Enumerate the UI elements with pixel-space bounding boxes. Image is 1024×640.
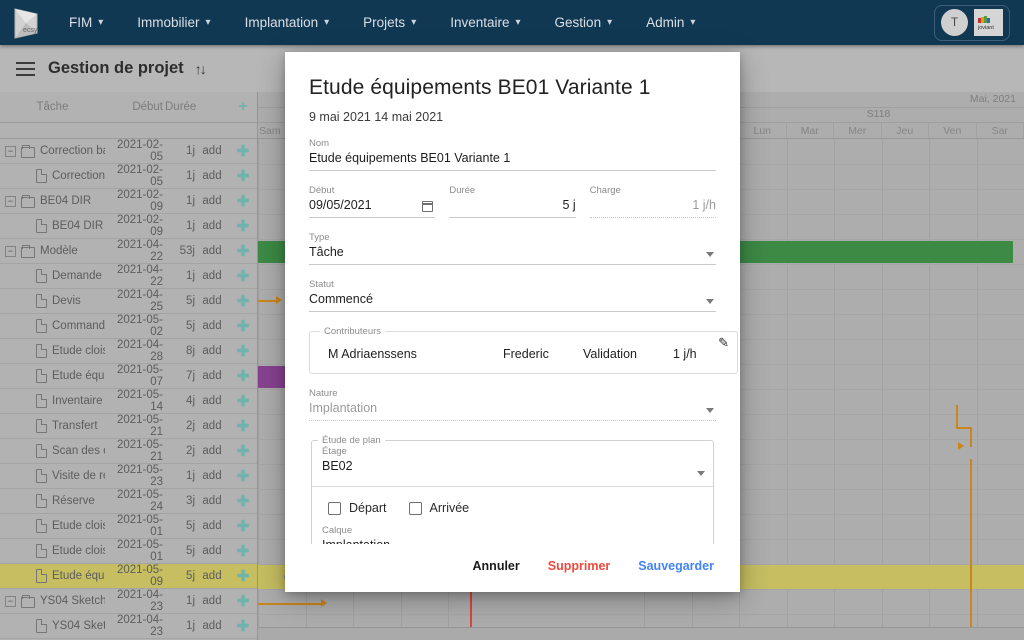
checkbox-arrivee-label: Arrivée	[429, 501, 470, 515]
statut-select[interactable]: Commencé	[309, 292, 716, 312]
etude-de-plan-legend: Étude de plan	[322, 435, 381, 446]
field-duree[interactable]: Durée 5 j	[449, 185, 576, 218]
field-charge-label: Charge	[589, 185, 621, 196]
calque-select[interactable]: Implantation	[322, 538, 703, 544]
chevron-down-icon[interactable]	[706, 252, 714, 257]
chevron-down-icon[interactable]	[697, 471, 705, 476]
dialog-body: Etude équipements BE01 Variante 1 9 mai …	[285, 52, 740, 544]
field-nature: Nature Implantation	[309, 388, 716, 421]
field-debut[interactable]: Début 09/05/2021	[309, 185, 436, 218]
checkbox-depart[interactable]: Départ	[328, 501, 387, 515]
dialog-date-range: 9 mai 2021 14 mai 2021	[309, 110, 444, 124]
contributor-row[interactable]: M Adriaenssens Frederic Validation 1 j/h	[320, 341, 727, 365]
checkbox-row: Départ Arrivée	[322, 497, 703, 521]
field-nom-label: Nom	[309, 138, 330, 149]
field-nature-label: Nature	[309, 388, 338, 399]
field-debut-label: Début	[309, 185, 335, 196]
contributeurs-legend: Contributeurs	[324, 326, 382, 337]
departure-arrival-section: Départ Arrivée Calque Implantation	[312, 486, 713, 544]
field-etage-label: Étage	[322, 446, 347, 457]
duree-input[interactable]: 5 j	[449, 198, 576, 218]
cancel-button[interactable]: Annuler	[473, 559, 520, 573]
field-etage[interactable]: Étage BE02	[312, 446, 713, 486]
calendar-icon[interactable]	[422, 201, 434, 212]
contributor-firstname: Frederic	[503, 347, 549, 361]
nature-select: Implantation	[309, 401, 716, 421]
type-select[interactable]: Tâche	[309, 245, 716, 265]
field-charge: Charge 1 j/h	[589, 185, 716, 218]
field-calque[interactable]: Calque Implantation	[322, 521, 703, 544]
contributeurs-group: Contributeurs ✎ M Adriaenssens Frederic …	[309, 326, 738, 374]
field-type-label: Type	[309, 232, 330, 243]
field-calque-label: Calque	[322, 525, 353, 536]
charge-value: 1 j/h	[589, 198, 716, 218]
dialog-title: Etude équipements BE01 Variante 1	[309, 76, 651, 99]
debut-input[interactable]: 09/05/2021	[309, 198, 436, 218]
field-statut-label: Statut	[309, 279, 334, 290]
field-statut[interactable]: Statut Commencé	[309, 279, 716, 312]
etage-select[interactable]: BE02	[322, 459, 703, 478]
dialog-footer: Annuler Supprimer Sauvegarder	[285, 544, 740, 592]
contributor-role: Validation	[583, 347, 637, 361]
checkbox-icon[interactable]	[408, 501, 422, 515]
task-edit-dialog: Etude équipements BE01 Variante 1 9 mai …	[285, 52, 740, 592]
chevron-down-icon[interactable]	[706, 299, 714, 304]
contributor-load: 1 j/h	[673, 347, 697, 361]
etude-de-plan-group: Étude de plan Étage BE02 Départ Arrivée	[311, 435, 714, 544]
field-duree-label: Durée	[449, 185, 476, 196]
field-type[interactable]: Type Tâche	[309, 232, 716, 265]
checkbox-depart-label: Départ	[349, 501, 387, 515]
checkbox-icon[interactable]	[328, 501, 341, 515]
checkbox-arrivee[interactable]: Arrivée	[408, 501, 470, 515]
field-row-dates: Début 09/05/2021 Durée 5 j Charge 1 j/h	[309, 185, 716, 218]
contributor-name: M Adriaenssens	[328, 347, 417, 361]
nom-input[interactable]: Etude équipements BE01 Variante 1	[309, 151, 716, 171]
delete-button[interactable]: Supprimer	[548, 559, 611, 573]
field-nom[interactable]: Nom Etude équipements BE01 Variante 1	[309, 138, 716, 171]
save-button[interactable]: Sauvegarder	[638, 559, 714, 573]
chevron-down-icon	[706, 408, 714, 413]
pencil-icon[interactable]: ✎	[718, 335, 729, 351]
